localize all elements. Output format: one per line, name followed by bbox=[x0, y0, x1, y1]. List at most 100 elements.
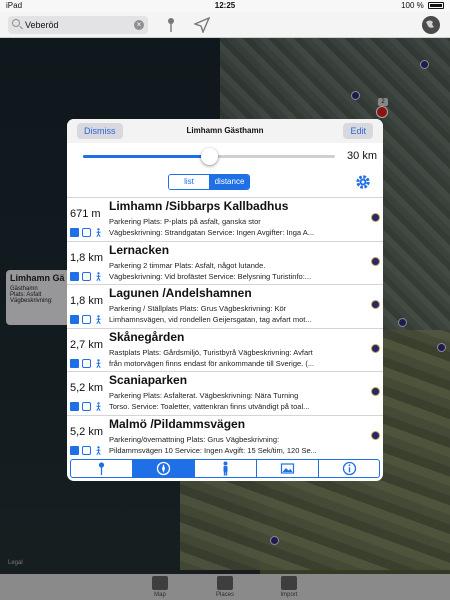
item-description: Parkering/övernattning Plats: Grus Vägbe… bbox=[109, 434, 280, 444]
item-distance: 671 m bbox=[70, 208, 101, 220]
toolbar-button-compass[interactable] bbox=[133, 460, 195, 477]
amenity-icons bbox=[70, 228, 106, 237]
toolbar-button-info[interactable] bbox=[319, 460, 379, 477]
tab-bar: Map Places Import bbox=[0, 574, 450, 600]
category-badge-icon bbox=[371, 343, 380, 353]
category-badge-icon bbox=[371, 213, 380, 222]
walker-icon bbox=[96, 315, 101, 324]
edit-button[interactable]: Edit bbox=[343, 123, 373, 139]
walker-icon bbox=[96, 358, 101, 368]
toolbar-button-person[interactable] bbox=[195, 460, 257, 477]
search-icon bbox=[12, 19, 20, 27]
camper-icon bbox=[82, 271, 91, 281]
tab-label: Map bbox=[154, 592, 166, 598]
list-icon bbox=[217, 576, 233, 590]
item-distance: 1,8 km bbox=[70, 295, 104, 307]
category-badge-icon bbox=[371, 387, 380, 396]
top-toolbar: Veberöd × bbox=[0, 12, 450, 38]
slider-fill bbox=[83, 155, 209, 158]
parking-icon bbox=[70, 228, 79, 237]
walker-icon bbox=[96, 445, 101, 455]
amenity-icons bbox=[70, 402, 106, 411]
list-item[interactable]: 1,8 km Lernacken Parkering 2 timmar Plats:… bbox=[67, 242, 383, 285]
globe-icon[interactable] bbox=[422, 16, 440, 34]
walker-icon bbox=[96, 271, 101, 281]
walker-icon bbox=[96, 402, 101, 411]
camper-icon bbox=[82, 228, 91, 237]
item-description: Parkering Plats: P-plats på asfalt, gans… bbox=[109, 217, 261, 226]
list-item[interactable]: 1,8 km Lagunen /Andelshamnen Parkering / S… bbox=[67, 285, 383, 329]
location-arrow-icon[interactable] bbox=[194, 17, 210, 33]
tab-places[interactable]: Places bbox=[205, 576, 245, 598]
popover-header: Dismiss Limhamn Gästhamn Edit bbox=[67, 119, 383, 143]
item-name: Skånegården bbox=[109, 329, 185, 344]
item-description: Torso. Service: Toaletter, vattenkran fi… bbox=[109, 402, 310, 411]
parking-icon bbox=[70, 315, 79, 324]
list-item[interactable]: 2,7 km Skånegården Rastplats Plats: Gårdsm… bbox=[67, 329, 383, 372]
tab-import[interactable]: Import bbox=[269, 576, 309, 598]
item-name: Malmö /Pildammsvägen bbox=[109, 416, 246, 431]
search-value: Veberöd bbox=[25, 20, 59, 30]
info-icon bbox=[342, 461, 357, 476]
clock: 12:25 bbox=[214, 1, 236, 10]
item-name: Limhamn /Sibbarps Kallbadhus bbox=[109, 199, 289, 213]
popover-toolbar bbox=[70, 459, 380, 478]
map-icon bbox=[152, 576, 168, 590]
item-description: från motorvägen finns endast för ankomma… bbox=[109, 358, 315, 368]
category-badge-icon bbox=[371, 430, 380, 440]
camper-icon bbox=[82, 358, 91, 368]
item-distance: 2,7 km bbox=[70, 338, 104, 351]
clear-icon[interactable]: × bbox=[134, 20, 144, 30]
place-list[interactable]: 671 m Limhamn /Sibbarps Kallbadhus Parkeri… bbox=[67, 197, 383, 458]
amenity-icons bbox=[70, 315, 106, 324]
list-item[interactable]: 5,2 km Scaniaparken Parkering Plats: Asfal… bbox=[67, 372, 383, 416]
search-field[interactable]: Veberöd × bbox=[8, 16, 148, 34]
import-icon bbox=[281, 576, 297, 590]
category-badge-icon bbox=[371, 300, 380, 309]
item-name: Lagunen /Andelshamnen bbox=[109, 286, 252, 300]
sort-segmented-control: list distance bbox=[168, 174, 250, 190]
toolbar-button-pin[interactable] bbox=[71, 460, 133, 477]
parking-icon bbox=[70, 271, 79, 281]
list-item[interactable]: 671 m Limhamn /Sibbarps Kallbadhus Parkeri… bbox=[67, 198, 383, 242]
item-description: Pildammsvägen 10 Service: Ingen Avgift: … bbox=[109, 445, 317, 455]
item-description: Vägbeskrivning: Strandgatan Service: Ing… bbox=[109, 228, 314, 237]
item-description: Rastplats Plats: Gårdsmiljö, Turistbyrå … bbox=[109, 347, 313, 357]
tab-label: Places bbox=[215, 592, 234, 598]
walker-icon bbox=[96, 228, 101, 237]
parking-icon bbox=[70, 402, 79, 411]
amenity-icons bbox=[70, 271, 106, 281]
list-item[interactable]: 5,2 km Malmö /Pildammsvägen Parkering/över… bbox=[67, 416, 383, 459]
camper-icon bbox=[82, 402, 91, 411]
camper-icon bbox=[82, 445, 91, 455]
item-description: Parkering 2 timmar Plats: Asfalt, något … bbox=[109, 260, 266, 270]
parking-icon bbox=[70, 358, 79, 368]
gear-icon[interactable] bbox=[355, 174, 371, 190]
parking-icon bbox=[70, 445, 79, 455]
slider-knob[interactable] bbox=[201, 148, 218, 165]
category-badge-icon bbox=[371, 256, 380, 266]
popover-title: Limhamn Gästhamn bbox=[186, 126, 264, 135]
pin-icon[interactable] bbox=[166, 17, 176, 33]
item-description: Parkering Plats: Asfalterat. Vägbeskrivn… bbox=[109, 391, 299, 400]
battery-icon bbox=[428, 2, 444, 10]
distance-slider[interactable] bbox=[83, 148, 335, 165]
segment-distance[interactable]: distance bbox=[209, 175, 249, 189]
item-name: Scaniaparken bbox=[109, 373, 188, 387]
segment-list[interactable]: list bbox=[169, 175, 209, 189]
tab-map[interactable]: Map bbox=[140, 576, 180, 598]
item-description: Parkering / Ställplats Plats: Grus Vägbe… bbox=[109, 304, 287, 313]
tab-label: Import bbox=[280, 592, 298, 598]
battery-status: 100 % bbox=[401, 1, 444, 10]
amenity-icons bbox=[70, 445, 106, 455]
item-description: Vägbeskrivning: Vid brofästet Service: B… bbox=[109, 271, 312, 281]
camper-icon bbox=[82, 315, 91, 324]
battery-percent: 100 % bbox=[401, 1, 424, 10]
toolbar-button-photo[interactable] bbox=[257, 460, 319, 477]
item-name: Lernacken bbox=[109, 242, 170, 257]
item-description: Limhamnsvägen, vid rondellen Geijersgata… bbox=[109, 315, 312, 324]
amenity-icons bbox=[70, 358, 106, 368]
places-popover: Dismiss Limhamn Gästhamn Edit 30 km list… bbox=[67, 119, 383, 481]
status-bar: iPad 12:25 100 % bbox=[0, 0, 450, 12]
person-icon bbox=[223, 461, 228, 476]
